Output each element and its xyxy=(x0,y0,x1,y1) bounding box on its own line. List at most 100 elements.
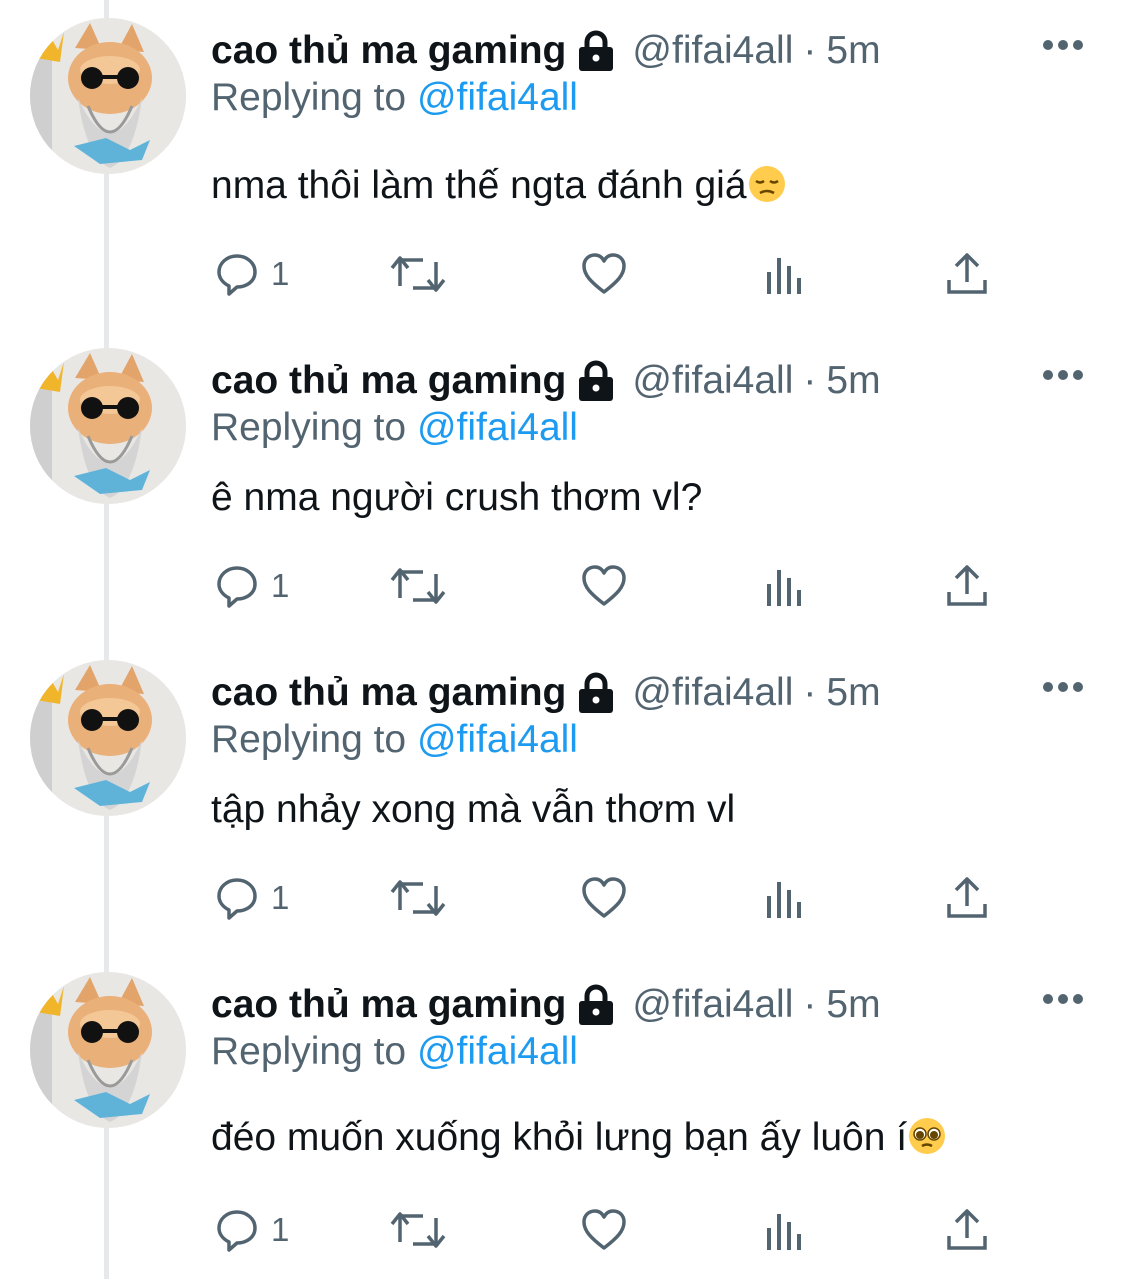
views-button[interactable] xyxy=(765,872,805,924)
user-handle[interactable]: @fifai4all xyxy=(632,671,793,715)
replying-prefix: Replying to xyxy=(211,406,407,449)
lock-icon xyxy=(579,30,614,71)
replying-to: Replying to @fifai4all xyxy=(211,1030,578,1074)
like-button[interactable] xyxy=(581,1204,627,1256)
tweet-header: cao thủ ma gaming @fifai4all · 5m xyxy=(211,26,881,76)
replying-prefix: Replying to xyxy=(211,76,407,119)
like-button[interactable] xyxy=(581,560,627,612)
separator-dot: · xyxy=(803,29,817,72)
retweet-button[interactable] xyxy=(389,560,447,612)
more-icon[interactable] xyxy=(1041,368,1085,382)
share-button[interactable] xyxy=(945,872,989,924)
tweet-header: cao thủ ma gaming @fifai4all · 5m xyxy=(211,668,881,718)
views-icon xyxy=(767,1214,801,1250)
share-button[interactable] xyxy=(945,1204,989,1256)
timestamp[interactable]: 5m xyxy=(826,983,880,1027)
tweet-actions: 1 xyxy=(211,248,1011,300)
like-button[interactable] xyxy=(581,248,627,300)
replying-to: Replying to @fifai4all xyxy=(211,406,578,450)
user-handle[interactable]: @fifai4all xyxy=(632,359,793,403)
tweet[interactable]: cao thủ ma gaming @fifai4all · 5m Replyi… xyxy=(0,0,1125,312)
lock-icon xyxy=(579,984,614,1025)
pensive-face-emoji-icon xyxy=(748,166,785,202)
share-button[interactable] xyxy=(945,560,989,612)
reply-button[interactable]: 1 xyxy=(215,1204,289,1256)
tweet[interactable]: cao thủ ma gaming @fifai4all · 5m Replyi… xyxy=(0,330,1125,642)
display-name[interactable]: cao thủ ma gaming xyxy=(211,671,566,715)
views-button[interactable] xyxy=(765,560,805,612)
tweet-text: ê nma người crush thơm vl? xyxy=(211,476,702,520)
retweet-button[interactable] xyxy=(389,248,447,300)
retweet-icon xyxy=(390,256,446,292)
separator-dot: · xyxy=(803,983,817,1026)
display-name[interactable]: cao thủ ma gaming xyxy=(211,29,566,73)
reply-icon xyxy=(217,878,257,920)
share-icon xyxy=(947,253,987,294)
retweet-icon xyxy=(390,1212,446,1248)
tweet[interactable]: cao thủ ma gaming @fifai4all · 5m Replyi… xyxy=(0,642,1125,954)
reply-icon xyxy=(217,566,257,608)
separator-dot: · xyxy=(803,671,817,714)
retweet-icon xyxy=(390,568,446,604)
share-icon xyxy=(947,877,987,918)
avatar[interactable] xyxy=(30,972,186,1128)
more-icon[interactable] xyxy=(1041,992,1085,1006)
tweet-actions: 1 xyxy=(211,560,1011,612)
reply-icon xyxy=(217,254,257,296)
reply-icon xyxy=(217,1210,257,1252)
tweet-header: cao thủ ma gaming @fifai4all · 5m xyxy=(211,980,881,1030)
reply-button[interactable]: 1 xyxy=(215,248,289,300)
share-icon xyxy=(947,1209,987,1250)
like-icon xyxy=(582,565,626,606)
tweet-text-content: đéo muốn xuống khỏi lưng bạn ấy luôn í xyxy=(211,1116,908,1159)
timestamp[interactable]: 5m xyxy=(826,359,880,403)
like-icon xyxy=(582,877,626,918)
tweet-text: nma thôi làm thế ngta đánh giá xyxy=(211,164,787,208)
reply-button[interactable]: 1 xyxy=(215,560,289,612)
replying-prefix: Replying to xyxy=(211,1030,407,1073)
timestamp[interactable]: 5m xyxy=(826,671,880,715)
reply-button[interactable]: 1 xyxy=(215,872,289,924)
timestamp[interactable]: 5m xyxy=(826,29,880,73)
replying-mention[interactable]: @fifai4all xyxy=(417,1030,578,1073)
tweet-actions: 1 xyxy=(211,1204,1011,1256)
more-icon[interactable] xyxy=(1041,680,1085,694)
reply-count: 1 xyxy=(271,879,290,916)
avatar[interactable] xyxy=(30,660,186,816)
tweet-text: tập nhảy xong mà vẫn thơm vl xyxy=(211,788,735,832)
share-icon xyxy=(947,565,987,606)
like-button[interactable] xyxy=(581,872,627,924)
user-handle[interactable]: @fifai4all xyxy=(632,29,793,73)
replying-mention[interactable]: @fifai4all xyxy=(417,76,578,119)
tweet-text: đéo muốn xuống khỏi lưng bạn ấy luôn í xyxy=(211,1116,947,1160)
replying-mention[interactable]: @fifai4all xyxy=(417,406,578,449)
avatar[interactable] xyxy=(30,18,186,174)
retweet-button[interactable] xyxy=(389,872,447,924)
display-name[interactable]: cao thủ ma gaming xyxy=(211,359,566,403)
retweet-icon xyxy=(390,880,446,916)
replying-to: Replying to @fifai4all xyxy=(211,718,578,762)
views-icon xyxy=(767,258,801,294)
views-icon xyxy=(767,570,801,606)
tweet-text-content: ê nma người crush thơm vl? xyxy=(211,476,703,519)
lock-icon xyxy=(579,360,614,401)
reply-count: 1 xyxy=(271,255,290,292)
share-button[interactable] xyxy=(945,248,989,300)
reply-count: 1 xyxy=(271,567,290,604)
retweet-button[interactable] xyxy=(389,1204,447,1256)
tweet-actions: 1 xyxy=(211,872,1011,924)
avatar[interactable] xyxy=(30,348,186,504)
tweet-header: cao thủ ma gaming @fifai4all · 5m xyxy=(211,356,881,406)
display-name[interactable]: cao thủ ma gaming xyxy=(211,983,566,1027)
tweet-text-content: nma thôi làm thế ngta đánh giá xyxy=(211,164,747,207)
like-icon xyxy=(582,1209,626,1250)
views-button[interactable] xyxy=(765,248,805,300)
pleading-face-emoji-icon xyxy=(909,1118,946,1154)
user-handle[interactable]: @fifai4all xyxy=(632,983,793,1027)
like-icon xyxy=(582,253,626,294)
replying-mention[interactable]: @fifai4all xyxy=(417,718,578,761)
tweet[interactable]: cao thủ ma gaming @fifai4all · 5m Replyi… xyxy=(0,954,1125,1266)
views-button[interactable] xyxy=(765,1204,805,1256)
separator-dot: · xyxy=(803,359,817,402)
more-icon[interactable] xyxy=(1041,38,1085,52)
